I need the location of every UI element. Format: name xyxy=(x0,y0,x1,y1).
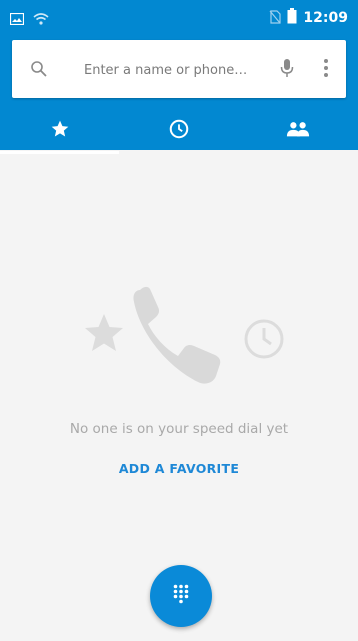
no-sim-icon xyxy=(269,9,282,28)
tab-speed-dial[interactable] xyxy=(0,108,120,154)
people-icon xyxy=(286,120,310,142)
empty-star-icon xyxy=(85,314,123,351)
dialpad-fab-button[interactable] xyxy=(150,565,212,627)
star-icon xyxy=(50,119,70,143)
phone-app-screen: 12:09 Enter a name or phone… No one is o… xyxy=(0,0,358,641)
search-input[interactable] xyxy=(82,57,276,83)
empty-speed-dial-illustration xyxy=(82,284,292,398)
image-notification-icon xyxy=(9,10,25,29)
battery-icon xyxy=(287,8,297,28)
empty-state-message: No one is on your speed dial yet xyxy=(69,421,289,437)
add-favorite-button[interactable]: ADD A FAVORITE xyxy=(0,461,358,476)
more-vert-icon[interactable] xyxy=(323,58,329,82)
wifi-notification-icon xyxy=(33,10,49,29)
dialpad-icon xyxy=(173,584,189,608)
clock-icon xyxy=(168,118,190,144)
selected-tab-indicator xyxy=(0,151,120,154)
empty-phone-icon xyxy=(133,286,221,384)
clock-time: 12:09 xyxy=(303,10,348,26)
empty-clock-icon xyxy=(244,319,284,359)
search-box[interactable] xyxy=(12,40,346,98)
status-bar: 12:09 xyxy=(0,0,358,36)
tab-recents[interactable] xyxy=(119,108,238,154)
mic-icon[interactable] xyxy=(280,58,294,82)
app-header: 12:09 xyxy=(0,0,358,154)
status-bar-notifications xyxy=(9,10,49,29)
tab-contacts[interactable] xyxy=(239,108,358,154)
search-icon[interactable] xyxy=(30,60,48,82)
status-bar-system: 12:09 xyxy=(269,8,348,28)
tab-bar xyxy=(0,108,358,154)
